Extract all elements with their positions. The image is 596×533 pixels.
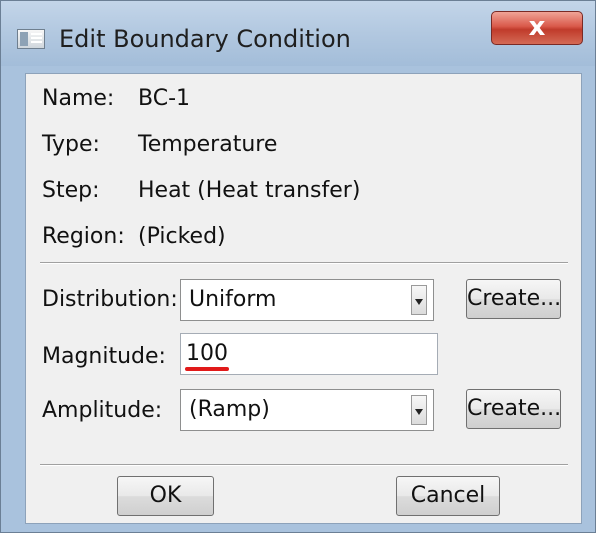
dialog-window: Edit Boundary Condition x Name: BC-1 Typ… (0, 0, 596, 533)
amplitude-selected-value: (Ramp) (189, 397, 270, 422)
distribution-label: Distribution: (42, 287, 178, 312)
distribution-create-button[interactable]: Create... (466, 279, 561, 319)
magnitude-value: 100 (186, 341, 228, 366)
amplitude-create-button[interactable]: Create... (466, 389, 561, 429)
dropdown-arrow-icon[interactable] (411, 395, 427, 425)
separator-top (40, 262, 568, 264)
name-label: Name: (42, 86, 115, 111)
ok-button[interactable]: OK (117, 476, 214, 516)
dialog-title: Edit Boundary Condition (59, 25, 351, 53)
amplitude-select[interactable]: (Ramp) (180, 389, 434, 431)
type-value: Temperature (138, 132, 278, 157)
separator-bottom (40, 464, 568, 466)
cancel-button[interactable]: Cancel (396, 476, 500, 516)
region-value: (Picked) (138, 224, 226, 249)
name-value: BC-1 (138, 86, 191, 111)
distribution-select[interactable]: Uniform (180, 279, 434, 321)
step-label: Step: (42, 178, 100, 203)
magnitude-input[interactable]: 100 (180, 333, 438, 375)
window-app-icon (17, 29, 45, 49)
annotation-underline (185, 367, 229, 371)
magnitude-label: Magnitude: (42, 344, 166, 369)
type-label: Type: (42, 132, 100, 157)
amplitude-label: Amplitude: (42, 398, 163, 423)
title-bar[interactable]: Edit Boundary Condition x (1, 1, 595, 66)
close-button[interactable]: x (491, 11, 583, 45)
distribution-selected-value: Uniform (189, 287, 277, 312)
dialog-body: Name: BC-1 Type: Temperature Step: Heat … (25, 73, 582, 524)
step-value: Heat (Heat transfer) (138, 178, 361, 203)
dropdown-arrow-icon[interactable] (411, 285, 427, 315)
region-label: Region: (42, 224, 125, 249)
